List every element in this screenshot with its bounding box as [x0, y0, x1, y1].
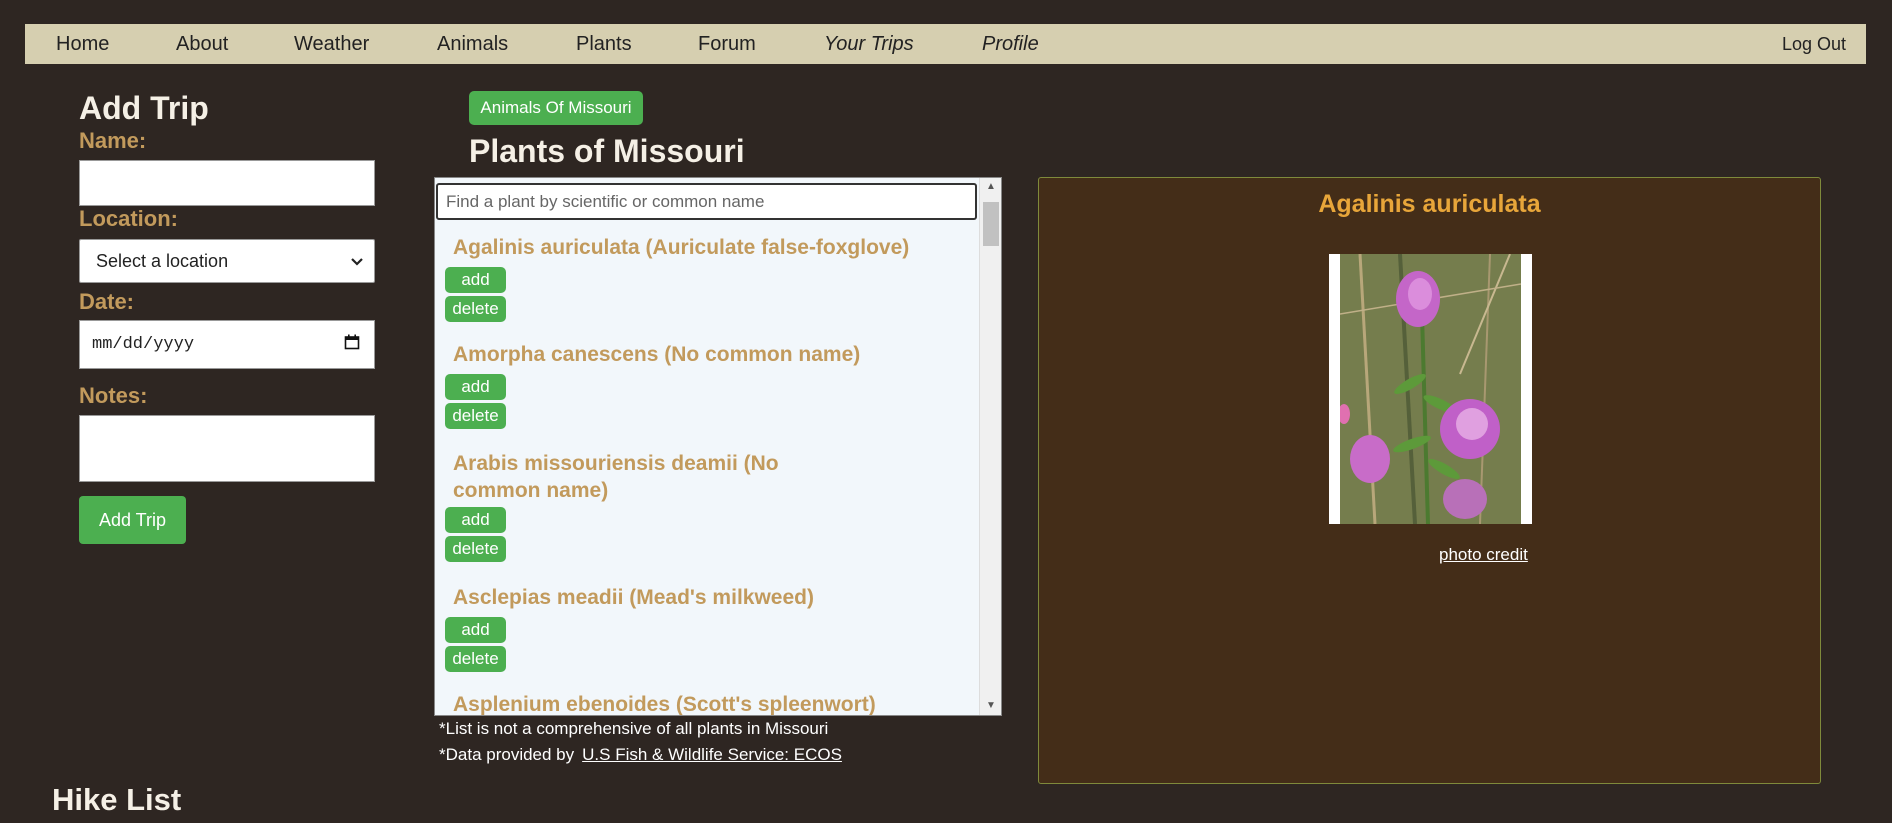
- nav-about[interactable]: About: [176, 24, 228, 64]
- nav-plants[interactable]: Plants: [576, 24, 632, 64]
- notes-textarea[interactable]: [79, 415, 375, 482]
- list-item: Amorpha canescens (No common name) add d…: [435, 341, 980, 441]
- add-trip-button[interactable]: Add Trip: [79, 496, 186, 544]
- photo-credit-link[interactable]: photo credit: [1439, 545, 1528, 565]
- chevron-down-icon: [350, 251, 364, 272]
- location-label: Location:: [79, 206, 178, 231]
- name-label: Name:: [79, 128, 147, 153]
- date-label: Date:: [79, 289, 135, 314]
- nav-home[interactable]: Home: [56, 24, 109, 64]
- nav-forum[interactable]: Forum: [698, 24, 756, 64]
- notes-label: Notes:: [79, 383, 148, 408]
- logout-link[interactable]: Log Out: [1782, 24, 1846, 64]
- hike-list-title: Hike List: [52, 782, 182, 817]
- plant-photo: [1329, 254, 1532, 524]
- list-item: Agalinis auriculata (Auriculate false-fo…: [435, 234, 980, 334]
- list-item: Asclepias meadii (Mead's milkweed) add d…: [435, 584, 980, 684]
- footnote-source-text: *Data provided by: [439, 745, 575, 764]
- nav-animals[interactable]: Animals: [437, 24, 508, 64]
- plant-name[interactable]: Asclepias meadii (Mead's milkweed): [453, 584, 814, 611]
- nav-weather[interactable]: Weather: [294, 24, 369, 64]
- scroll-down-icon[interactable]: ▼: [980, 697, 1001, 715]
- plant-search-input[interactable]: Find a plant by scientific or common nam…: [436, 183, 977, 220]
- add-plant-button[interactable]: add: [445, 507, 506, 533]
- add-trip-form: Add Trip Name: Location: Select a locati…: [79, 90, 375, 544]
- list-item: Asplenium ebenoides (Scott's spleenwort): [435, 691, 980, 715]
- footnote-source: *Data provided by U.S Fish & Wildlife Ser…: [439, 745, 842, 765]
- top-nav: Home About Weather Animals Plants Forum …: [25, 24, 1866, 64]
- detail-title: Agalinis auriculata: [1318, 190, 1541, 218]
- plant-name[interactable]: Asplenium ebenoides (Scott's spleenwort): [453, 691, 876, 715]
- add-plant-button[interactable]: add: [445, 374, 506, 400]
- list-item: Arabis missouriensis deamii (No common n…: [435, 450, 980, 570]
- plant-name[interactable]: Amorpha canescens (No common name): [453, 341, 860, 368]
- scroll-thumb[interactable]: [983, 202, 999, 246]
- nav-profile[interactable]: Profile: [982, 24, 1039, 64]
- delete-plant-button[interactable]: delete: [445, 536, 506, 562]
- add-trip-title: Add Trip: [79, 90, 209, 126]
- page-title: Plants of Missouri: [469, 133, 745, 169]
- scroll-up-icon[interactable]: ▲: [980, 178, 1001, 196]
- list-scrollbar[interactable]: ▲ ▼: [979, 178, 1001, 715]
- ecos-link[interactable]: U.S Fish & Wildlife Service: ECOS: [582, 745, 842, 764]
- flower-photo-icon: [1340, 254, 1521, 524]
- nav-your-trips[interactable]: Your Trips: [824, 24, 914, 64]
- date-input[interactable]: mm/dd/yyyy: [79, 320, 375, 369]
- delete-plant-button[interactable]: delete: [445, 403, 506, 429]
- delete-plant-button[interactable]: delete: [445, 646, 506, 672]
- location-select[interactable]: Select a location: [79, 239, 375, 283]
- add-plant-button[interactable]: add: [445, 617, 506, 643]
- animals-of-missouri-button[interactable]: Animals Of Missouri: [469, 91, 643, 125]
- date-placeholder: mm/dd/yyyy: [92, 335, 195, 354]
- plant-name[interactable]: Agalinis auriculata (Auriculate false-fo…: [453, 234, 909, 261]
- plant-detail-panel: Agalinis auriculata photo credit: [1038, 177, 1821, 784]
- name-input[interactable]: [79, 160, 375, 206]
- delete-plant-button[interactable]: delete: [445, 296, 506, 322]
- location-select-value: Select a location: [96, 250, 229, 271]
- calendar-icon: [344, 334, 360, 356]
- plant-list: Find a plant by scientific or common nam…: [434, 177, 1002, 716]
- footnote-disclaimer: *List is not a comprehensive of all plan…: [439, 719, 829, 738]
- plant-name[interactable]: Arabis missouriensis deamii (No common n…: [453, 450, 823, 504]
- add-plant-button[interactable]: add: [445, 267, 506, 293]
